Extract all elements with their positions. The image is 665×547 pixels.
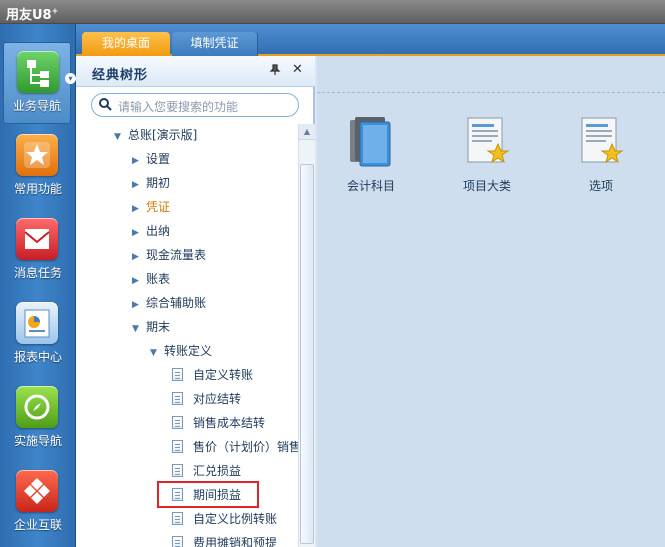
document-icon <box>172 512 183 525</box>
chevron-down-icon[interactable]: ▼ <box>132 318 146 340</box>
tile-accounting-subjects[interactable]: 会计科目 <box>331 114 411 194</box>
document-icon <box>172 392 183 405</box>
tree-node-period-end[interactable]: ▼ 期末 <box>132 316 170 338</box>
tree-leaf-corresponding-transfer[interactable]: 对应结转 <box>172 388 241 410</box>
tab-my-desktop[interactable]: 我的桌面 <box>82 32 170 56</box>
tree-node-ledgers[interactable]: ▶ 账表 <box>132 268 170 290</box>
nav-item-messages[interactable]: 消息任务 <box>0 210 76 292</box>
search-input[interactable]: 请输入您要搜索的功能 <box>91 93 299 117</box>
desktop-area: 会计科目 项目大类 选项 <box>317 56 665 547</box>
tree-node-setup[interactable]: ▶ 设置 <box>132 148 170 170</box>
pin-icon[interactable] <box>269 64 281 79</box>
tree-node-aux-ledger[interactable]: ▶ 综合辅助账 <box>132 292 206 314</box>
nav-item-reports[interactable]: 报表中心 <box>0 294 76 376</box>
title-bar: 用友U8+ <box>0 0 665 24</box>
search-placeholder: 请输入您要搜索的功能 <box>118 100 239 114</box>
chevron-down-icon[interactable]: ▾ <box>65 73 76 84</box>
chevron-right-icon[interactable]: ▶ <box>132 246 146 268</box>
chevron-right-icon[interactable]: ▶ <box>132 294 146 316</box>
tree-panel-header: 经典树形 ✕ <box>76 56 315 87</box>
chevron-down-icon[interactable]: ▼ <box>114 126 128 148</box>
document-icon <box>172 416 183 429</box>
tree-node-cashier[interactable]: ▶ 出纳 <box>132 220 170 242</box>
nav-label: 报表中心 <box>13 350 62 364</box>
panel-title: 经典树形 <box>92 68 149 83</box>
doc-star-icon <box>462 114 512 169</box>
tab-fill-voucher[interactable]: 填制凭证 <box>172 32 258 56</box>
star-icon <box>16 134 58 176</box>
business-nav-icon <box>17 51 59 93</box>
tile-label: 会计科目 <box>346 179 395 193</box>
tree-node-transfer-def[interactable]: ▼ 转账定义 <box>150 340 212 362</box>
tree-node-general-ledger[interactable]: ▼ 总账[演示版] <box>114 124 197 146</box>
tree-leaf-custom-transfer[interactable]: 自定义转账 <box>172 364 253 386</box>
nav-label: 企业互联 <box>13 518 62 532</box>
envelope-icon <box>16 218 58 260</box>
tile-project-category[interactable]: 项目大类 <box>447 114 527 194</box>
nav-item-implementation[interactable]: 实施导航 <box>0 378 76 460</box>
tree-scrollbar[interactable]: ▲ <box>298 124 315 547</box>
tree-node-opening[interactable]: ▶ 期初 <box>132 172 170 194</box>
tree-panel: 经典树形 ✕ 请输入您要搜索的功能 ▼ 总账[演示版] ▶ 设置 ▶ 期初 ▶ 凭证 ▶… <box>76 56 315 547</box>
tree-node-voucher[interactable]: ▶ 凭证 <box>132 196 170 218</box>
left-nav: ▾ 业务导航 常用功能 消息任务 报表中心 实施导航 企业互联 <box>0 24 76 547</box>
tree-node-cash-flow[interactable]: ▶ 现金流量表 <box>132 244 206 266</box>
tree-leaf-exchange-gain-loss[interactable]: 汇兑损益 <box>172 460 241 482</box>
nav-label: 消息任务 <box>13 266 62 280</box>
search-icon <box>99 98 112 111</box>
chevron-right-icon[interactable]: ▶ <box>132 198 146 220</box>
chevron-right-icon[interactable]: ▶ <box>132 270 146 292</box>
scroll-thumb[interactable] <box>300 164 314 544</box>
nav-item-business-nav[interactable]: ▾ 业务导航 <box>3 42 76 124</box>
tree-leaf-planned-price-sales[interactable]: 售价（计划价）销售 <box>172 436 298 458</box>
nav-label: 常用功能 <box>13 182 62 196</box>
app-logo: 用友U8+ <box>6 6 59 23</box>
chevron-right-icon[interactable]: ▶ <box>132 174 146 196</box>
chevron-right-icon[interactable]: ▶ <box>132 150 146 172</box>
document-icon <box>172 536 183 547</box>
document-icon <box>172 464 183 477</box>
doc-star-icon <box>576 114 626 169</box>
report-icon <box>16 302 58 344</box>
tree-leaf-expense-amortization[interactable]: 费用摊销和预提 <box>172 532 277 547</box>
tree-leaf-custom-ratio-transfer[interactable]: 自定义比例转账 <box>172 508 277 530</box>
divider <box>317 92 665 93</box>
highlight-box <box>157 481 259 508</box>
nav-label: 业务导航 <box>12 99 61 113</box>
chevron-down-icon[interactable]: ▼ <box>150 342 164 364</box>
document-icon <box>172 368 183 381</box>
tab-bar: 我的桌面 填制凭证 <box>76 24 665 56</box>
compass-icon <box>16 386 58 428</box>
network-icon <box>16 470 58 512</box>
close-icon[interactable]: ✕ <box>292 62 303 77</box>
scroll-up-icon[interactable]: ▲ <box>299 124 315 140</box>
chevron-right-icon[interactable]: ▶ <box>132 222 146 244</box>
tile-label: 选项 <box>588 179 613 193</box>
books-icon <box>346 114 396 169</box>
nav-label: 实施导航 <box>13 434 62 448</box>
nav-item-enterprise[interactable]: 企业互联 <box>0 462 76 544</box>
document-icon <box>172 440 183 453</box>
tile-options[interactable]: 选项 <box>561 114 641 194</box>
tree-leaf-sales-cost-transfer[interactable]: 销售成本结转 <box>172 412 265 434</box>
nav-item-favorites[interactable]: 常用功能 <box>0 126 76 208</box>
tile-label: 项目大类 <box>462 179 511 193</box>
